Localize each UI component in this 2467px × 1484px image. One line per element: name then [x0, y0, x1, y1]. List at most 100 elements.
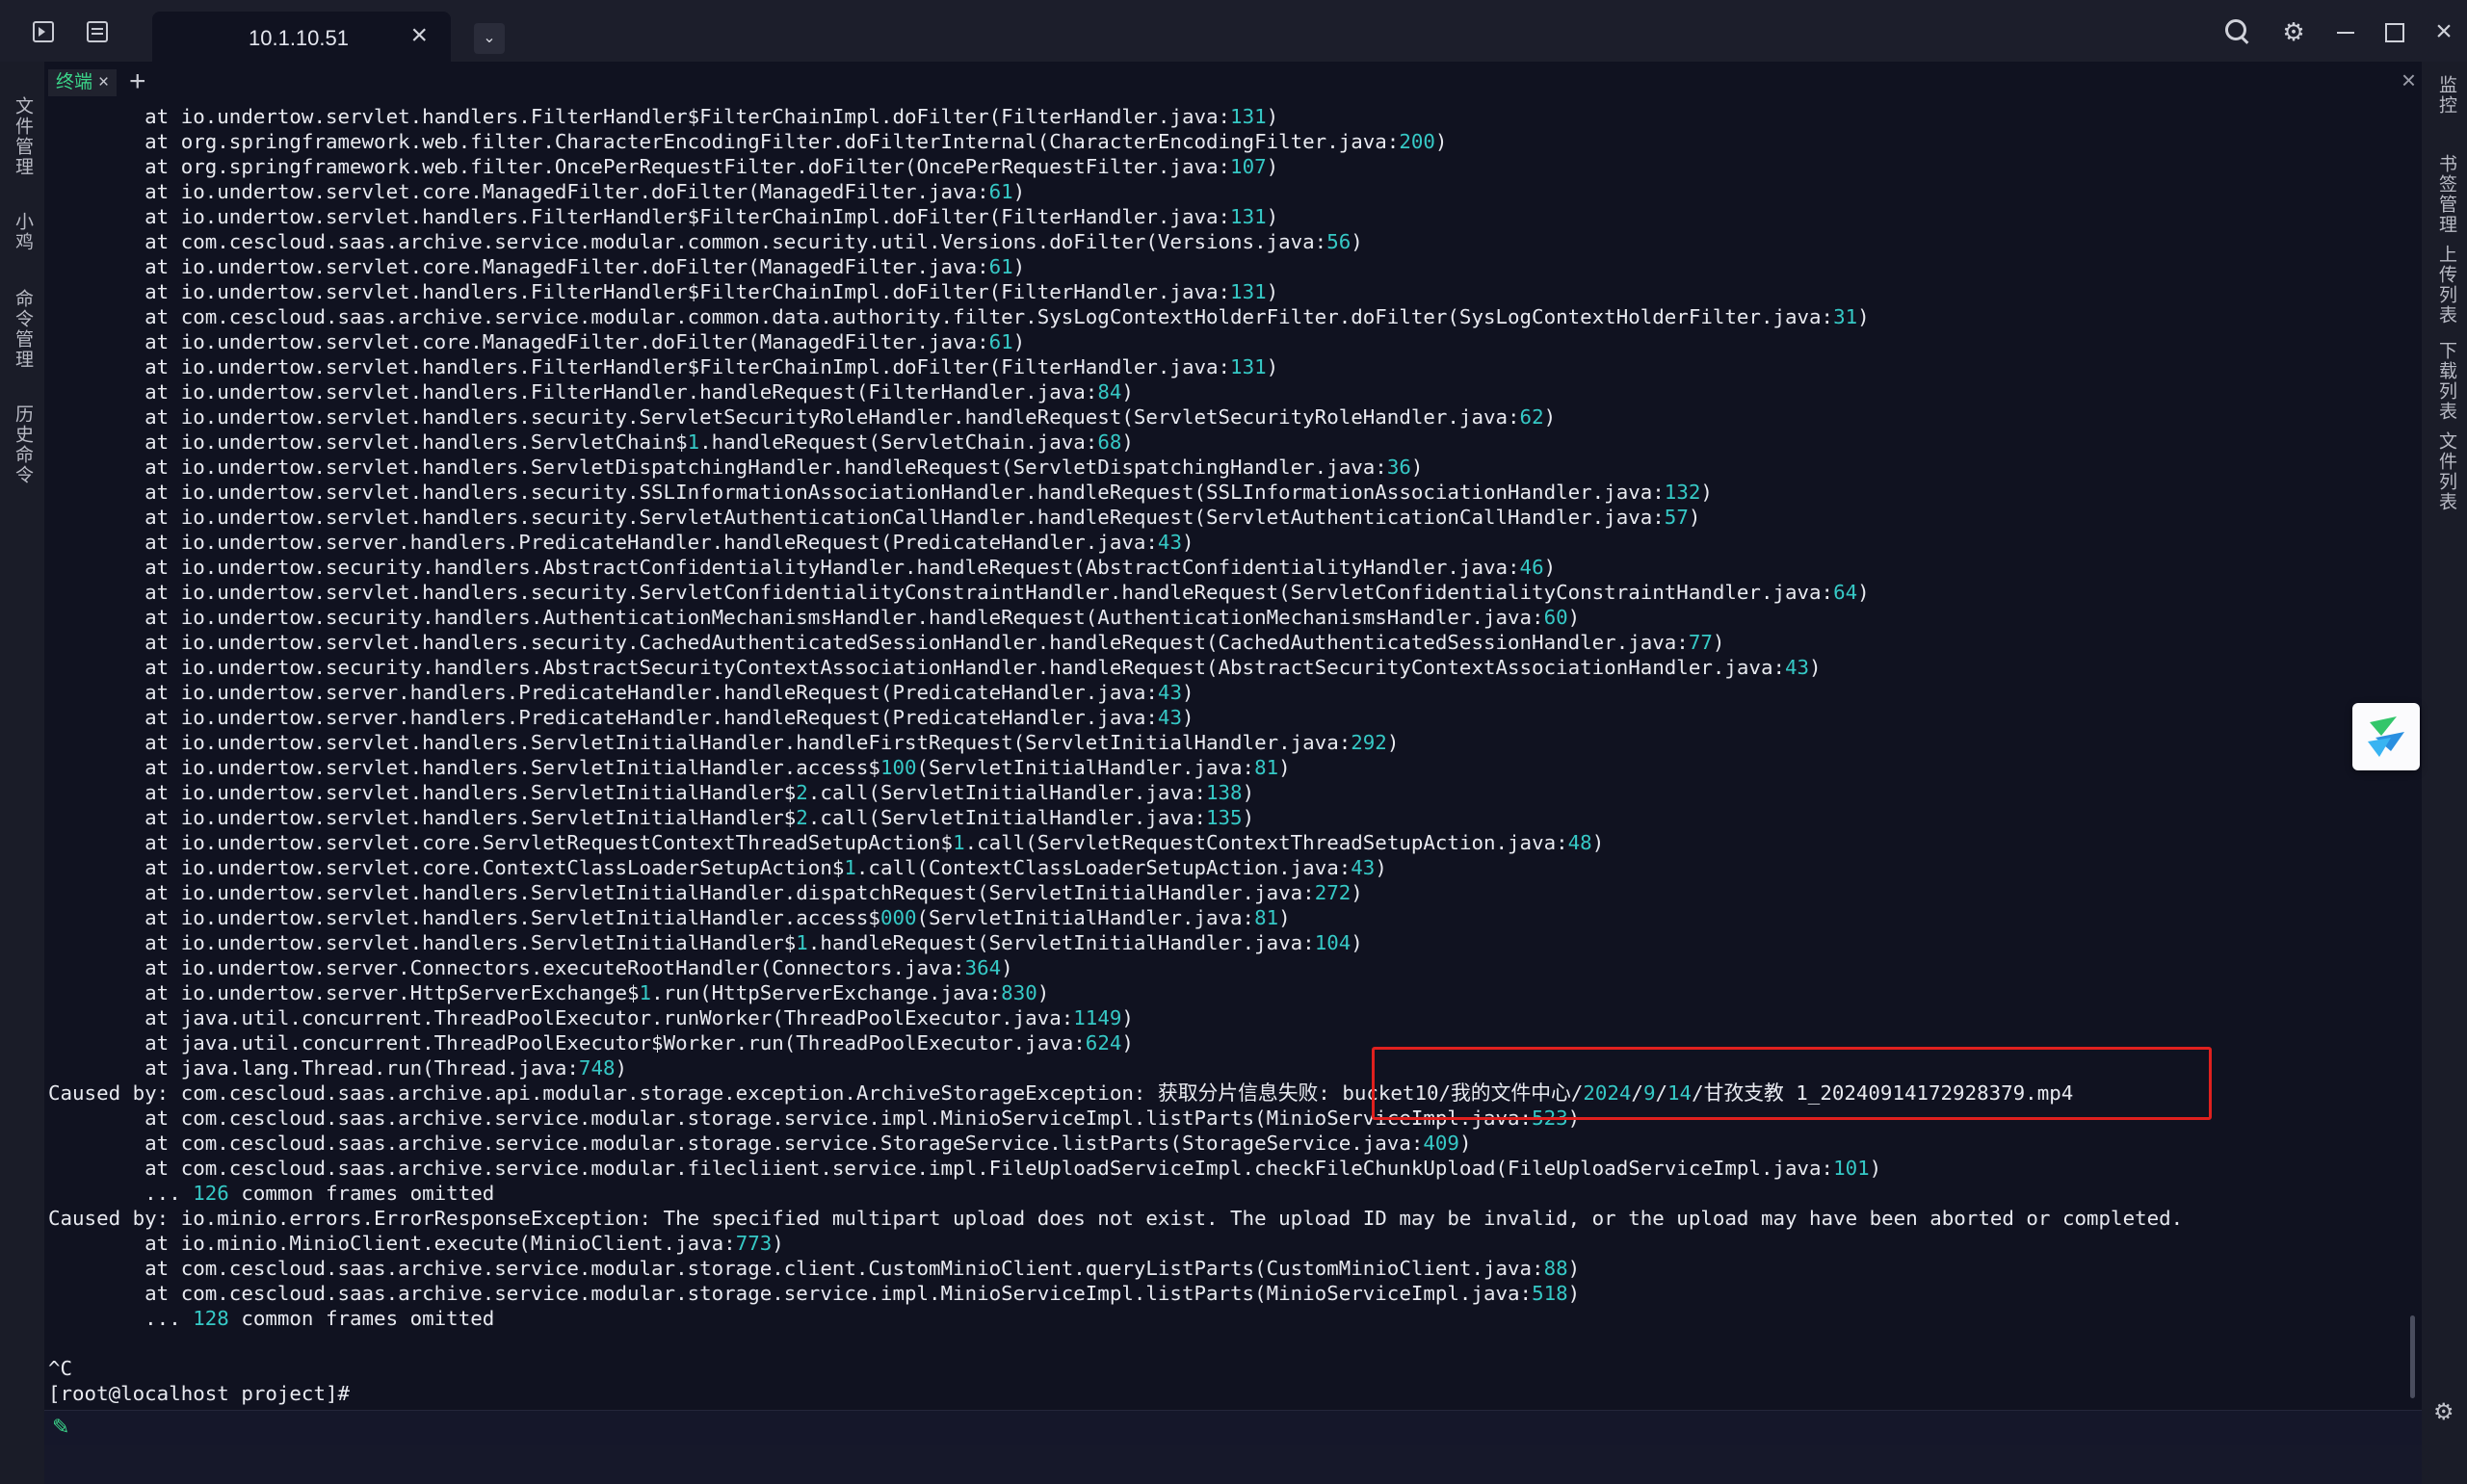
- terminal-text: ): [1434, 130, 1448, 153]
- terminal-text: ): [1266, 155, 1279, 178]
- terminal-text: at org.springframework.web.filter.Charac…: [48, 130, 1400, 153]
- terminal-text: at io.undertow.server.Connectors.execute…: [48, 956, 965, 979]
- terminal-text: .run(HttpServerExchange.java:: [651, 981, 1002, 1004]
- terminal-text: ): [1278, 756, 1291, 779]
- terminal-text: ): [1266, 280, 1279, 303]
- terminal-text: 68: [1097, 430, 1122, 454]
- terminal-line: at com.cescloud.saas.archive.service.mod…: [44, 1131, 2412, 1156]
- sidebar-item-monitor[interactable]: 监控: [2433, 75, 2459, 116]
- terminal-text: Caused by: com.cescloud.saas.archive.api…: [48, 1081, 1584, 1105]
- sidebar-item-history[interactable]: 历史命令: [10, 404, 36, 485]
- terminal-line: at io.undertow.security.handlers.Abstrac…: [44, 555, 2412, 580]
- minimize-icon[interactable]: [2329, 15, 2362, 48]
- terminal-text: 292: [1351, 731, 1387, 754]
- terminal-line: at io.undertow.servlet.handlers.security…: [44, 404, 2412, 430]
- terminal-line: at io.undertow.servlet.handlers.ServletI…: [44, 805, 2412, 830]
- tab-session[interactable]: 10.1.10.51 ×: [152, 12, 451, 62]
- tab-close-icon[interactable]: ×: [410, 21, 428, 50]
- terminal-text: at java.util.concurrent.ThreadPoolExecut…: [48, 1031, 1086, 1054]
- sidebar-item-bookmarks[interactable]: 书签管理: [2433, 154, 2459, 235]
- terminal-line: at io.undertow.servlet.core.ManagedFilte…: [44, 179, 2412, 204]
- terminal-text: ): [1012, 255, 1026, 278]
- terminal-text: 1: [953, 831, 965, 854]
- terminal-text: 46: [1519, 556, 1544, 579]
- terminal-line: at io.undertow.servlet.core.ManagedFilte…: [44, 254, 2412, 279]
- terminal-text: ): [1266, 355, 1279, 378]
- annotation-highlight-box: [1372, 1047, 2212, 1120]
- terminal-text: 61: [988, 180, 1013, 203]
- terminal-line: at io.undertow.server.handlers.Predicate…: [44, 680, 2412, 705]
- terminal-line: at com.cescloud.saas.archive.service.mod…: [44, 1156, 2412, 1181]
- terminal-text: ): [1567, 1282, 1581, 1305]
- terminal-line: at com.cescloud.saas.archive.service.mod…: [44, 1256, 2412, 1281]
- scrollbar[interactable]: [2410, 1315, 2415, 1398]
- terminal-text: ): [1242, 781, 1255, 804]
- sidebar-item-download-list[interactable]: 下载列表: [2433, 341, 2459, 422]
- terminal-text: 43: [1351, 856, 1376, 879]
- terminal-text: 61: [988, 330, 1013, 353]
- close-icon[interactable]: ×: [2428, 15, 2460, 48]
- terminal-line: at java.util.concurrent.ThreadPoolExecut…: [44, 1005, 2412, 1030]
- session-list-icon[interactable]: [87, 21, 108, 42]
- terminal-text: 81: [1254, 756, 1279, 779]
- terminal-line: at io.undertow.server.Connectors.execute…: [44, 955, 2412, 980]
- terminal-line: at io.minio.MinioClient.execute(MinioCli…: [44, 1231, 2412, 1256]
- terminal-text: at io.undertow.servlet.core.ManagedFilte…: [48, 255, 989, 278]
- terminal-line: at io.undertow.servlet.handlers.FilterHa…: [44, 204, 2412, 229]
- terminal-text: ): [1121, 380, 1134, 404]
- terminal-line: at io.undertow.servlet.handlers.FilterHa…: [44, 379, 2412, 404]
- sidebar-item-xiaoji[interactable]: 小鸡: [10, 212, 36, 252]
- terminal-text: 77: [1688, 631, 1713, 654]
- sidebar-item-upload-list[interactable]: 上传列表: [2433, 245, 2459, 325]
- terminal-line: at io.undertow.servlet.handlers.security…: [44, 505, 2412, 530]
- terminal-text: 48: [1567, 831, 1592, 854]
- terminal-text: at io.undertow.server.handlers.Predicate…: [48, 681, 1158, 704]
- terminal-text: ): [1351, 230, 1363, 253]
- terminal-line: at io.undertow.servlet.handlers.ServletI…: [44, 780, 2412, 805]
- terminal-text: at io.undertow.servlet.handlers.ServletI…: [48, 781, 797, 804]
- terminal-line: at io.undertow.security.handlers.Authent…: [44, 605, 2412, 630]
- gear-icon[interactable]: ⚙: [2277, 15, 2310, 48]
- terminal-text: ): [1386, 731, 1400, 754]
- terminal-text: 131: [1230, 280, 1267, 303]
- terminal-line: at io.undertow.servlet.handlers.ServletI…: [44, 930, 2412, 955]
- terminal-line: at io.undertow.server.handlers.Predicate…: [44, 705, 2412, 730]
- floating-app-logo[interactable]: [2352, 703, 2420, 770]
- terminal-text: 1: [796, 931, 808, 954]
- tab-terminal[interactable]: 终端 ×: [48, 69, 118, 96]
- terminal-text: ...: [48, 1182, 194, 1205]
- terminal-text: 64: [1833, 581, 1858, 604]
- terminal-text: 43: [1157, 531, 1182, 554]
- terminal-line: at io.undertow.servlet.handlers.FilterHa…: [44, 104, 2412, 129]
- sidebar-item-file-manager[interactable]: 文件管理: [10, 96, 36, 177]
- terminal-text: 138: [1206, 781, 1243, 804]
- terminal-line: at io.undertow.server.handlers.Predicate…: [44, 530, 2412, 555]
- app-logo-icon: [2368, 716, 2404, 757]
- add-tab-icon[interactable]: +: [129, 64, 146, 100]
- terminal-line: Caused by: io.minio.errors.ErrorResponse…: [44, 1206, 2412, 1231]
- chevron-down-icon[interactable]: ⌄: [474, 23, 505, 54]
- terminal-text: at java.lang.Thread.run(Thread.java:: [48, 1056, 579, 1080]
- terminal-text: at io.undertow.servlet.handlers.ServletI…: [48, 756, 880, 779]
- maximize-icon[interactable]: [2377, 15, 2410, 48]
- terminal-text: 748: [578, 1056, 616, 1080]
- terminal-text: at io.undertow.servlet.handlers.security…: [48, 481, 1665, 504]
- terminal-output[interactable]: at io.undertow.servlet.handlers.FilterHa…: [44, 104, 2412, 1410]
- terminal-text: ): [1181, 681, 1194, 704]
- terminal-text: at io.undertow.servlet.handlers.FilterHa…: [48, 280, 1231, 303]
- terminal-panel-icon[interactable]: [33, 21, 54, 42]
- sidebar-item-file-list[interactable]: 文件列表: [2433, 431, 2459, 512]
- terminal-settings-icon[interactable]: ⚙: [2433, 1398, 2454, 1426]
- terminal-text: .call(ContextClassLoaderSetupAction.java…: [855, 856, 1352, 879]
- terminal-text: ): [1688, 506, 1701, 529]
- terminal-text: at org.springframework.web.filter.OncePe…: [48, 155, 1231, 178]
- terminal-line: at io.undertow.servlet.handlers.ServletI…: [44, 905, 2412, 930]
- search-icon[interactable]: [2220, 15, 2253, 48]
- close-panel-icon[interactable]: ×: [2401, 65, 2416, 95]
- terminal-text: 135: [1206, 806, 1243, 829]
- terminal-line: ... 126 common frames omitted: [44, 1181, 2412, 1206]
- bottom-input-bar[interactable]: [44, 1445, 2422, 1484]
- sidebar-item-command-manager[interactable]: 命令管理: [10, 289, 36, 370]
- tab-terminal-close-icon[interactable]: ×: [98, 72, 109, 92]
- terminal-text: at com.cescloud.saas.archive.service.mod…: [48, 305, 1834, 328]
